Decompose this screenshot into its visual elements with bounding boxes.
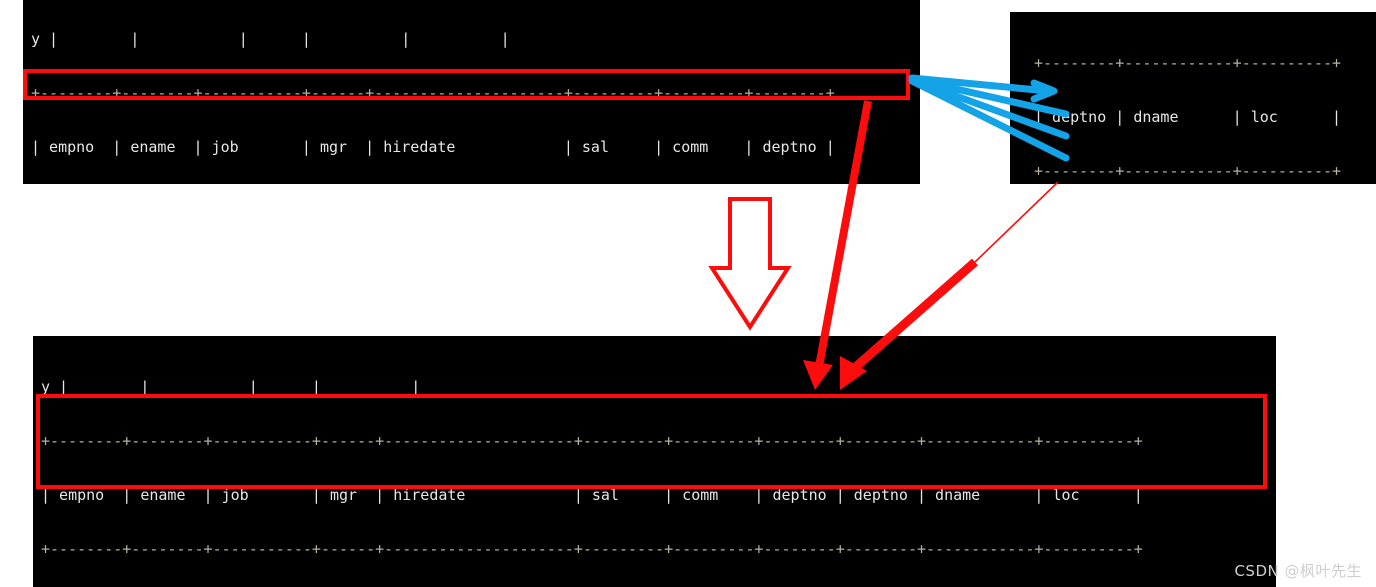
dept-rule-mid: +--------+------------+----------+ <box>1034 162 1342 180</box>
emp-header-row: | empno | ename | job | mgr | hiredate |… <box>31 138 835 156</box>
join-result-table: y | | | | | +--------+--------+---------… <box>33 336 1276 587</box>
csdn-watermark: CSDN @枫叶先生 <box>1234 562 1362 580</box>
join-rule-mid: +--------+--------+-----------+------+--… <box>41 540 1143 558</box>
dept-rule-top: +--------+------------+----------+ <box>1034 54 1342 72</box>
dept-header-row: | deptno | dname | loc | <box>1034 108 1342 126</box>
dept-table: +--------+------------+----------+ | dep… <box>1010 12 1376 184</box>
join-rule-top: +--------+--------+-----------+------+--… <box>41 432 1143 450</box>
join-partial-top-line: y | | | | | <box>41 378 421 396</box>
red-down-arrow <box>708 197 792 331</box>
emp-partial-top-line: y | | | | | | <box>31 30 510 48</box>
emp-table: y | | | | | | +--------+--------+-------… <box>23 0 920 184</box>
emp-rule-top: +--------+--------+-----------+------+--… <box>31 84 835 102</box>
join-header-row: | empno | ename | job | mgr | hiredate |… <box>41 486 1143 504</box>
